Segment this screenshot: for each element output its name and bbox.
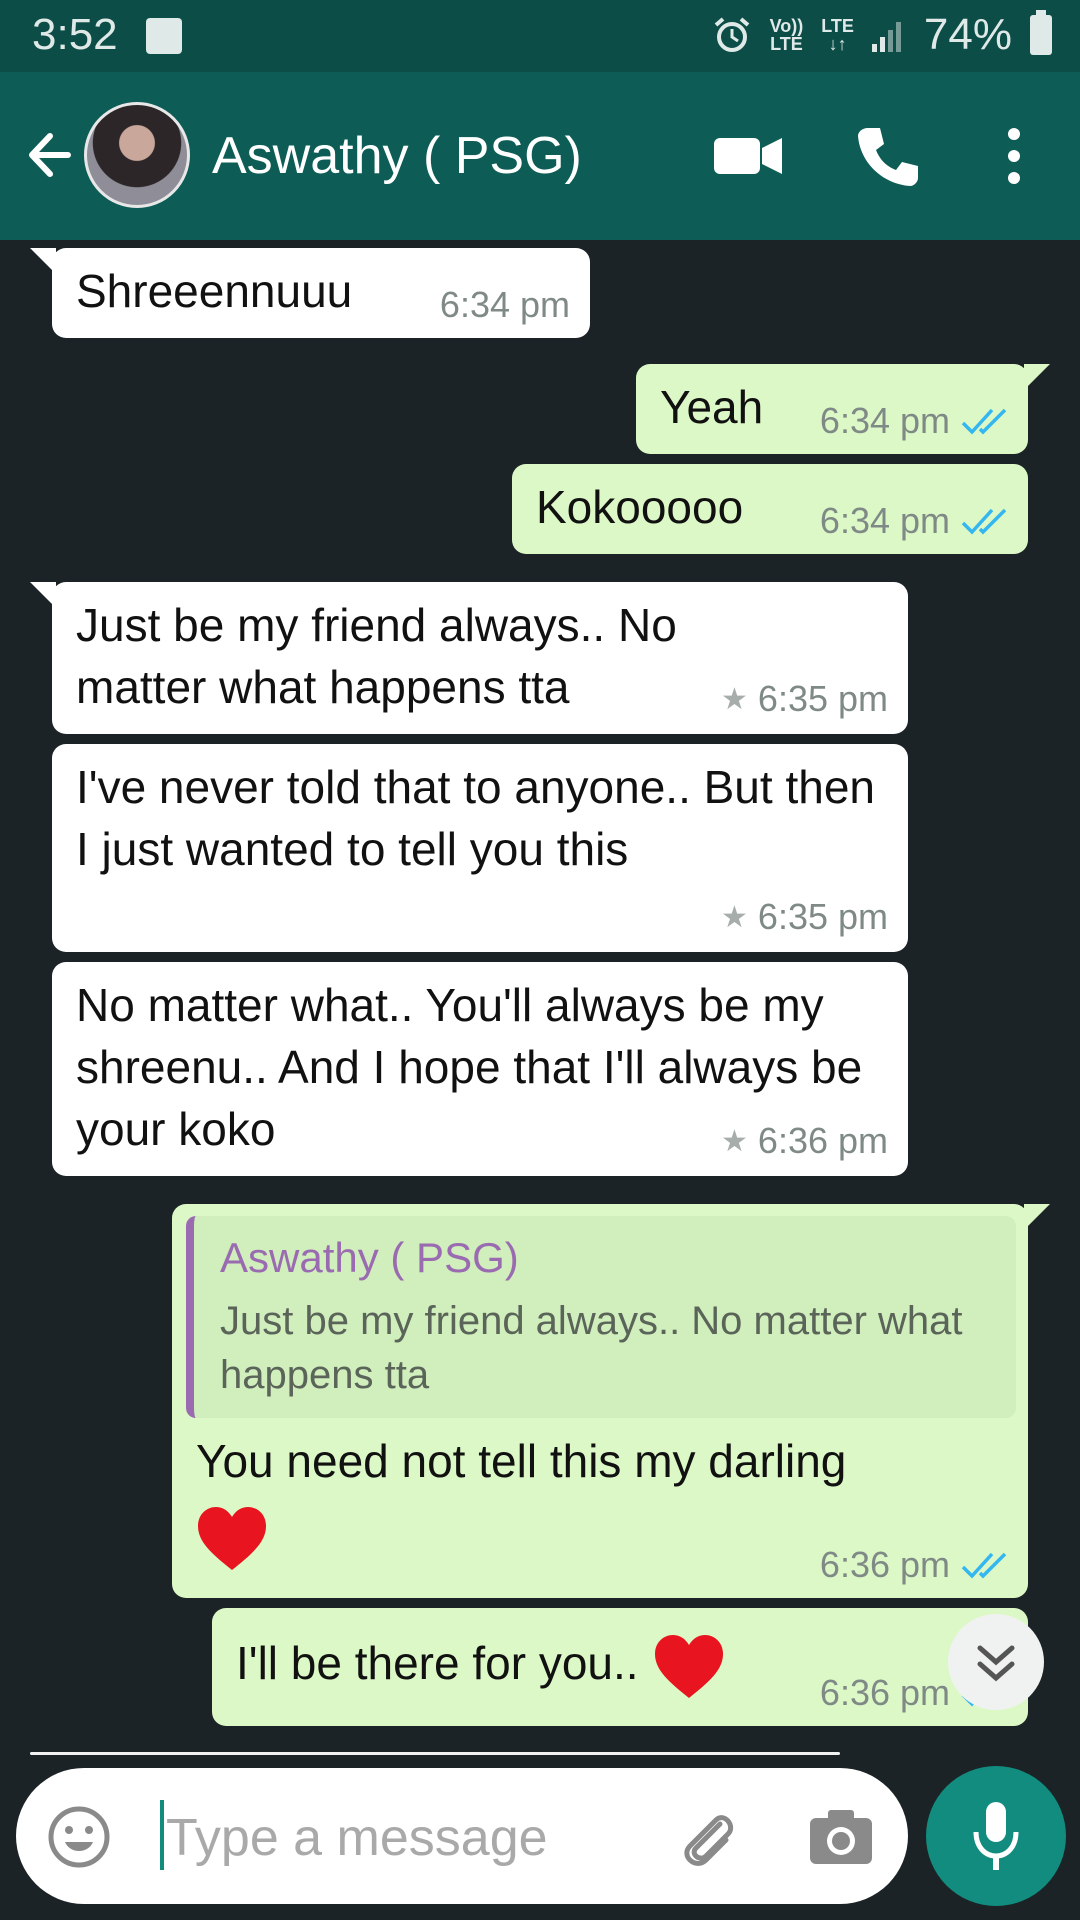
message-incoming[interactable]: No matter what.. You'll always be my shr… (52, 962, 908, 1176)
message-meta: 6:34 pm (820, 500, 1008, 542)
status-icons: Vo)) LTE LTE ↓↑ 74% (712, 10, 1052, 60)
status-time: 3:52 (32, 10, 118, 59)
message-time: 6:34 pm (439, 284, 570, 325)
lte-indicator: LTE ↓↑ (821, 16, 854, 54)
message-outgoing[interactable]: Yeah 6:34 pm (636, 364, 1050, 454)
voice-record-button[interactable] (926, 1766, 1066, 1906)
contact-name[interactable]: Aswathy ( PSG) (212, 126, 582, 186)
star-icon: ★ (721, 682, 748, 716)
attach-icon[interactable] (670, 1802, 742, 1874)
chat-header: Aswathy ( PSG) (0, 72, 1080, 240)
battery-percent: 74% (923, 10, 1012, 59)
message-meta: ★ 6:35 pm (721, 678, 888, 719)
message-text: You need not tell this my darling (196, 1435, 847, 1487)
more-options-icon[interactable] (972, 114, 1056, 198)
quoted-message[interactable]: Aswathy ( PSG) Just be my friend always.… (186, 1216, 1016, 1418)
text-caret (160, 1800, 164, 1870)
message-text: Yeah (660, 381, 764, 433)
read-receipt-icon (961, 408, 1007, 435)
message-text: Just be my friend always.. No matter wha… (76, 599, 677, 713)
mic-icon (973, 1802, 1019, 1870)
video-call-icon[interactable] (706, 114, 790, 198)
status-bar: 3:52 Vo)) LTE LTE ↓↑ 74% (0, 0, 1080, 72)
contact-avatar[interactable] (84, 102, 190, 208)
divider (30, 1752, 840, 1755)
heart-emoji-icon (655, 1635, 724, 1698)
message-outgoing[interactable]: I'll be there for you.. 6:36 pm (212, 1608, 1028, 1726)
signal-icon (871, 18, 906, 52)
message-composer[interactable]: Type a message (16, 1768, 908, 1904)
message-input[interactable]: Type a message (166, 1808, 548, 1868)
message-meta: 6:34 pm (820, 400, 1008, 442)
message-text: Shreeennuuu (76, 265, 353, 317)
message-incoming[interactable]: Shreeennuuu 6:34 pm (30, 248, 590, 338)
message-text: I'll be there for you.. (236, 1632, 727, 1702)
volte-indicator: Vo)) LTE (769, 16, 804, 54)
heart-emoji-icon (198, 1507, 266, 1570)
star-icon: ★ (721, 900, 748, 934)
message-incoming[interactable]: Just be my friend always.. No matter wha… (30, 582, 908, 734)
star-icon: ★ (721, 1124, 748, 1158)
message-meta: 6:36 pm (820, 1544, 1008, 1586)
phone-icon[interactable] (846, 114, 930, 198)
message-outgoing[interactable]: Kokooooo 6:34 pm (512, 464, 1028, 554)
alarm-icon (714, 17, 749, 52)
message-incoming[interactable]: I've never told that to anyone.. But the… (52, 744, 908, 952)
read-receipt-icon (961, 508, 1007, 535)
back-arrow-icon[interactable] (18, 120, 88, 190)
wifi-icon (146, 18, 182, 54)
battery-icon (1030, 10, 1052, 55)
message-text: Kokooooo (536, 481, 744, 533)
message-meta: ★ 6:36 pm (721, 1120, 888, 1161)
camera-icon[interactable] (806, 1804, 876, 1868)
scroll-to-bottom-button[interactable] (948, 1614, 1044, 1710)
message-text: I've never told that to anyone.. But the… (76, 761, 875, 875)
quoted-text: Just be my friend always.. No matter wha… (220, 1299, 963, 1397)
double-chevron-down-icon (977, 1645, 1015, 1682)
read-receipt-icon (961, 1552, 1007, 1579)
quoted-sender: Aswathy ( PSG) (220, 1234, 519, 1281)
emoji-icon[interactable] (46, 1804, 112, 1870)
message-meta: ★ 6:35 pm (721, 896, 888, 937)
message-outgoing-reply[interactable]: Aswathy ( PSG) Just be my friend always.… (172, 1204, 1050, 1598)
